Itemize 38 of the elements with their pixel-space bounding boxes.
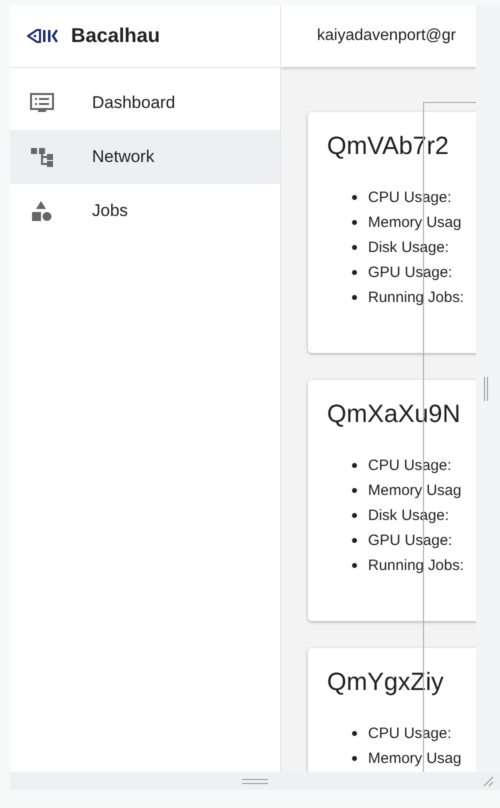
stat-label: CPU Usage: — [368, 725, 452, 742]
stat-label: CPU Usage: — [368, 457, 452, 474]
bullet-icon — [352, 270, 357, 275]
shapes-icon — [30, 200, 54, 222]
sidebar-item[interactable]: Network — [10, 130, 280, 184]
brand-name: Bacalhau — [71, 24, 160, 48]
stat-label: Running Jobs: — [368, 289, 464, 306]
stat-label: Disk Usage: — [368, 507, 449, 524]
bullet-icon — [352, 513, 357, 518]
stat-label: Running Jobs: — [368, 557, 464, 574]
sidebar-item[interactable]: Dashboard — [10, 76, 280, 130]
drag-handle[interactable] — [484, 377, 488, 401]
stat-label: CPU Usage: — [368, 189, 452, 206]
bullet-icon — [352, 295, 357, 300]
bullet-icon — [352, 220, 357, 225]
drag-handle[interactable] — [242, 778, 268, 784]
stat-label: Memory Usag — [368, 482, 462, 499]
bullet-icon — [352, 245, 357, 250]
stat-label: Memory Usag — [368, 750, 462, 767]
bullet-icon — [352, 195, 357, 200]
bullet-icon — [352, 463, 357, 468]
node-id: QmXaXu9N — [327, 400, 462, 429]
bullet-icon — [352, 731, 357, 736]
monitor-icon — [30, 93, 54, 113]
stat-label: GPU Usage: — [368, 264, 452, 281]
node-id: QmYgxZiy — [327, 668, 445, 697]
resize-grip-icon[interactable] — [482, 775, 494, 787]
stat-label: Disk Usage: — [368, 239, 449, 256]
bullet-icon — [352, 756, 357, 761]
bullet-icon — [352, 538, 357, 543]
stat-label: Memory Usag — [368, 214, 462, 231]
hierarchy-icon — [30, 147, 54, 167]
node-id: QmVAb7r2 — [327, 132, 450, 161]
bullet-icon — [352, 563, 357, 568]
sidebar-item[interactable]: Jobs — [10, 184, 280, 238]
stat-label: GPU Usage: — [368, 532, 452, 549]
bullet-icon — [352, 488, 357, 493]
user-email: kaiyadavenport@gr — [317, 27, 456, 45]
